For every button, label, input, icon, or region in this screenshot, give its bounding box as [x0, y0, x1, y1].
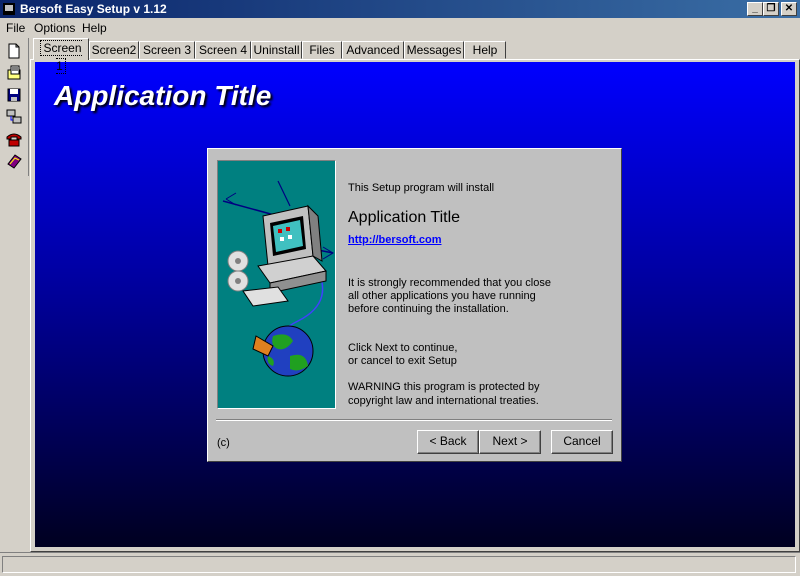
close-button[interactable]: ✕	[781, 2, 797, 16]
menu-options[interactable]: Options	[34, 21, 75, 35]
menu-bar: File Options Help	[0, 19, 800, 37]
setup-intro-text: This Setup program will install	[348, 182, 495, 194]
menu-file[interactable]: File	[6, 21, 25, 35]
tab-advanced[interactable]: Advanced	[342, 41, 404, 59]
recommend-line-3: before continuing the installation.	[348, 303, 509, 315]
dialog-separator	[216, 419, 612, 421]
computer-globe-icon	[222, 180, 334, 377]
book-icon[interactable]	[5, 152, 23, 170]
status-panel	[2, 556, 796, 573]
tab-screen-4[interactable]: Screen 4	[195, 41, 251, 59]
phone-icon[interactable]	[5, 130, 23, 148]
vertical-toolbar	[0, 38, 29, 176]
website-link[interactable]: http://bersoft.com	[348, 234, 442, 246]
minimize-button[interactable]: _	[747, 2, 763, 16]
cancel-button[interactable]: Cancel	[551, 430, 613, 454]
tab-screen-2[interactable]: Screen2	[89, 41, 139, 59]
network-icon[interactable]	[5, 108, 23, 126]
tab-files[interactable]: Files	[302, 41, 342, 59]
save-icon[interactable]	[5, 86, 23, 104]
restore-button[interactable]: ❐	[763, 2, 779, 16]
back-button[interactable]: < Back	[417, 430, 479, 454]
minimize-icon: _	[752, 3, 758, 14]
tab-screen-3[interactable]: Screen 3	[139, 41, 195, 59]
status-bar	[0, 552, 800, 576]
tab-messages[interactable]: Messages	[404, 41, 464, 59]
new-file-icon[interactable]	[5, 42, 23, 60]
tab-help[interactable]: Help	[464, 41, 506, 59]
application-title: Application Title	[54, 80, 272, 111]
setup-dialog: This Setup program will install Applicat…	[207, 148, 622, 462]
next-button[interactable]: Next >	[479, 430, 541, 454]
copyright-text: (c)	[217, 437, 230, 449]
tab-strip: Screen 1 Screen2 Screen 3 Screen 4 Unins…	[30, 38, 800, 74]
setup-app-icon	[3, 3, 15, 15]
tab-screen-1[interactable]: Screen 1	[33, 38, 89, 74]
tab-uninstall[interactable]: Uninstall	[251, 41, 302, 59]
warning-line-2: copyright law and international treaties…	[348, 395, 539, 407]
title-bar: Bersoft Easy Setup v 1.12 _ ❐ ✕	[0, 0, 800, 18]
setup-app-heading: Application Title	[348, 209, 461, 226]
warning-line-1: WARNING this program is protected by	[348, 381, 540, 393]
continue-line-2: or cancel to exit Setup	[348, 355, 457, 367]
window-title: Bersoft Easy Setup v 1.12	[20, 2, 167, 16]
open-file-icon[interactable]	[5, 64, 23, 82]
recommend-line-1: It is strongly recommended that you clos…	[348, 277, 551, 289]
restore-icon: ❐	[766, 3, 776, 14]
recommend-line-2: all other applications you have running	[348, 290, 536, 302]
continue-line-1: Click Next to continue,	[348, 342, 458, 354]
setup-artwork	[217, 160, 336, 409]
menu-help[interactable]: Help	[82, 21, 107, 35]
close-icon: ✕	[784, 3, 794, 14]
